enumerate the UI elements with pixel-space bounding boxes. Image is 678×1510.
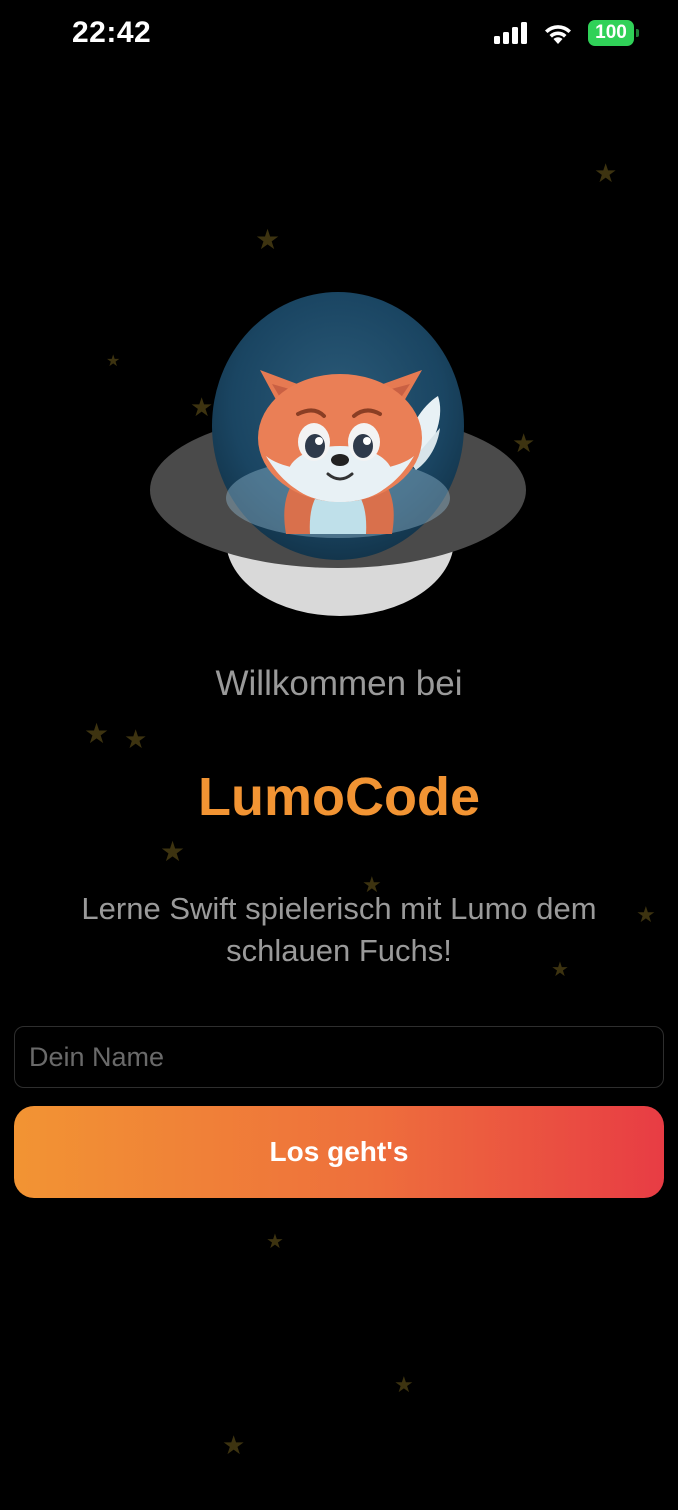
fox-in-ufo-icon: [150, 292, 526, 616]
star-icon: ★: [394, 1372, 414, 1397]
welcome-text: Willkommen bei: [215, 664, 463, 703]
star-icon: ★: [255, 224, 281, 255]
star-icon: ★: [160, 836, 186, 867]
star-icon: ★: [222, 1430, 246, 1460]
app-name: LumoCode: [198, 767, 480, 827]
star-icon: ★: [124, 724, 148, 754]
star-field: ★ ★ ★ ★ ★ ★ ★ ★ ★ ★ ★ ★ ★ ★: [0, 0, 678, 1510]
star-icon: ★: [636, 902, 656, 927]
star-icon: ★: [84, 718, 110, 749]
battery-icon: 100: [588, 20, 639, 46]
tagline: Lerne Swift spielerisch mit Lumo dem sch…: [81, 891, 597, 968]
star-icon: ★: [594, 158, 618, 188]
status-icons: 100: [494, 20, 639, 46]
start-button[interactable]: Los geht's: [14, 1106, 664, 1198]
star-icon: ★: [106, 353, 121, 370]
star-icon: ★: [266, 1231, 284, 1253]
battery-level: 100: [595, 22, 627, 43]
name-input[interactable]: [14, 1026, 664, 1088]
status-time: 22:42: [72, 16, 152, 49]
status-bar: 22:42 100: [0, 0, 678, 70]
cellular-signal-icon: [494, 22, 527, 44]
welcome-screen: 22:42 100 ★ ★ ★ ★ ★ ★ ★ ★ ★ ★ ★ ★ ★ ★ Wi…: [0, 0, 678, 1510]
wifi-icon: [545, 25, 571, 44]
